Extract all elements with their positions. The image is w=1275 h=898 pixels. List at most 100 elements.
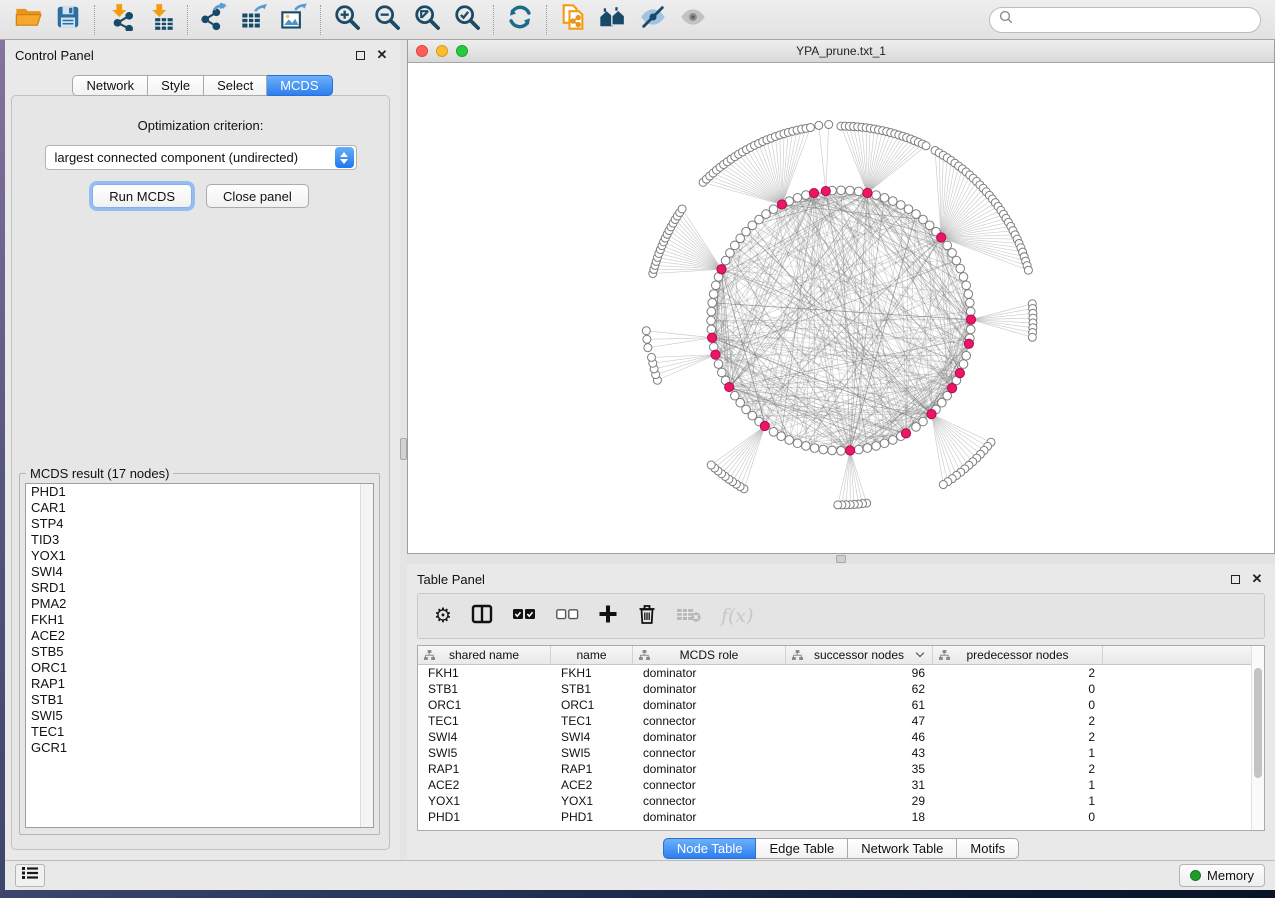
graph-node[interactable]	[707, 325, 716, 334]
close-panel-icon[interactable]: ✕	[1249, 571, 1265, 587]
graph-node[interactable]	[966, 298, 975, 307]
graph-node-dominator[interactable]	[964, 339, 973, 348]
graph-node[interactable]	[819, 445, 828, 454]
graph-node[interactable]	[948, 249, 957, 258]
graph-node-dominator[interactable]	[760, 421, 769, 430]
zoom-in-button[interactable]	[327, 3, 367, 37]
delete-column-button[interactable]	[637, 603, 657, 630]
table-row[interactable]: TEC1TEC1connector472	[418, 713, 1264, 729]
graph-node-dominator[interactable]	[927, 410, 936, 419]
mcds-result-item[interactable]: TEC1	[26, 724, 373, 740]
mcds-result-item[interactable]: STP4	[26, 516, 373, 532]
graph-node[interactable]	[952, 256, 961, 265]
graph-node[interactable]	[964, 290, 973, 299]
graph-node[interactable]	[872, 442, 881, 451]
graph-node-dominator[interactable]	[717, 265, 726, 274]
graph-node-dominator[interactable]	[708, 333, 717, 342]
zoom-fit-button[interactable]	[407, 3, 447, 37]
clone-network-button[interactable]	[553, 3, 593, 37]
graph-node[interactable]	[897, 201, 906, 210]
zoom-out-button[interactable]	[367, 3, 407, 37]
graph-node[interactable]	[959, 360, 968, 369]
graph-node[interactable]	[726, 249, 735, 258]
task-history-button[interactable]	[15, 864, 45, 887]
table-scrollbar-thumb[interactable]	[1254, 668, 1262, 778]
mcds-result-item[interactable]: PMA2	[26, 596, 373, 612]
graph-node[interactable]	[721, 256, 730, 265]
close-panel-button[interactable]: Close panel	[206, 184, 309, 208]
graph-node[interactable]	[718, 368, 727, 377]
column-header-successor-nodes[interactable]: successor nodes	[786, 646, 933, 664]
show-all-button[interactable]	[673, 3, 713, 37]
table-row[interactable]: ACE2ACE2connector311	[418, 777, 1264, 793]
splitter-handle[interactable]	[836, 555, 846, 563]
tab-motifs[interactable]: Motifs	[957, 838, 1019, 859]
tab-style[interactable]: Style	[148, 75, 204, 96]
save-session-button[interactable]	[48, 3, 88, 37]
network-canvas[interactable]	[408, 63, 1274, 553]
graph-node-dominator[interactable]	[966, 315, 975, 324]
graph-node[interactable]	[762, 210, 771, 219]
graph-node-dominator[interactable]	[901, 429, 910, 438]
tab-node-table[interactable]: Node Table	[663, 838, 757, 859]
graph-node[interactable]	[962, 281, 971, 290]
graph-node-dominator[interactable]	[725, 382, 734, 391]
graph-node[interactable]	[962, 351, 971, 360]
graph-node[interactable]	[802, 442, 811, 451]
tab-mcds[interactable]: MCDS	[267, 75, 332, 96]
graph-node-satellite[interactable]	[648, 353, 656, 361]
criterion-select[interactable]: largest connected component (undirected)	[45, 145, 357, 170]
run-mcds-button[interactable]: Run MCDS	[92, 184, 192, 208]
mcds-result-item[interactable]: STB1	[26, 692, 373, 708]
graph-node[interactable]	[889, 197, 898, 206]
graph-node-satellite[interactable]	[643, 335, 651, 343]
mcds-result-item[interactable]: TID3	[26, 532, 373, 548]
graph-node[interactable]	[854, 187, 863, 196]
add-column-button[interactable]	[598, 604, 618, 629]
mcds-result-item[interactable]: SWI4	[26, 564, 373, 580]
graph-node[interactable]	[769, 428, 778, 437]
mcds-result-item[interactable]: ACE2	[26, 628, 373, 644]
search-field[interactable]	[989, 7, 1261, 33]
graph-node[interactable]	[837, 186, 846, 195]
graph-node-dominator[interactable]	[711, 350, 720, 359]
graph-node-dominator[interactable]	[821, 187, 830, 196]
graph-node-satellite[interactable]	[642, 327, 650, 335]
graph-node[interactable]	[712, 281, 721, 290]
import-network-button[interactable]	[101, 3, 141, 37]
graph-node[interactable]	[837, 446, 846, 455]
graph-node-satellite[interactable]	[807, 124, 815, 132]
tab-edge-table[interactable]: Edge Table	[756, 838, 848, 859]
table-settings-button[interactable]: ⚙	[434, 606, 452, 626]
graph-node-satellite[interactable]	[678, 205, 686, 213]
graph-node-dominator[interactable]	[937, 233, 946, 242]
column-header-predecessor-nodes[interactable]: predecessor nodes	[933, 646, 1103, 664]
mcds-result-item[interactable]: CAR1	[26, 500, 373, 516]
mcds-result-item[interactable]: SRD1	[26, 580, 373, 596]
graph-node[interactable]	[769, 205, 778, 214]
table-row[interactable]: RAP1RAP1dominator352	[418, 761, 1264, 777]
tab-network-table[interactable]: Network Table	[848, 838, 957, 859]
graph-node-satellite[interactable]	[922, 142, 930, 150]
graph-node-satellite[interactable]	[815, 121, 823, 129]
deselect-all-button[interactable]	[555, 606, 579, 627]
list-scrollbar-track[interactable]	[360, 484, 373, 827]
network-titlebar[interactable]: YPA_prune.txt_1	[408, 40, 1274, 63]
graph-node-dominator[interactable]	[948, 384, 957, 393]
mcds-result-item[interactable]: GCR1	[26, 740, 373, 756]
zoom-selected-button[interactable]	[447, 3, 487, 37]
table-row[interactable]: SWI5SWI5connector431	[418, 745, 1264, 761]
graph-node-dominator[interactable]	[846, 446, 855, 455]
graph-node[interactable]	[854, 445, 863, 454]
graph-node-dominator[interactable]	[777, 200, 786, 209]
tab-select[interactable]: Select	[204, 75, 267, 96]
graph-node-dominator[interactable]	[809, 188, 818, 197]
network-graph[interactable]	[408, 63, 1274, 553]
table-row[interactable]: FKH1FKH1dominator962	[418, 665, 1264, 681]
graph-node[interactable]	[793, 439, 802, 448]
float-panel-icon[interactable]	[1227, 571, 1243, 587]
mcds-result-item[interactable]: SWI5	[26, 708, 373, 724]
table-row[interactable]: PHD1PHD1dominator180	[418, 809, 1264, 825]
graph-node[interactable]	[863, 444, 872, 453]
graph-node[interactable]	[880, 193, 889, 202]
